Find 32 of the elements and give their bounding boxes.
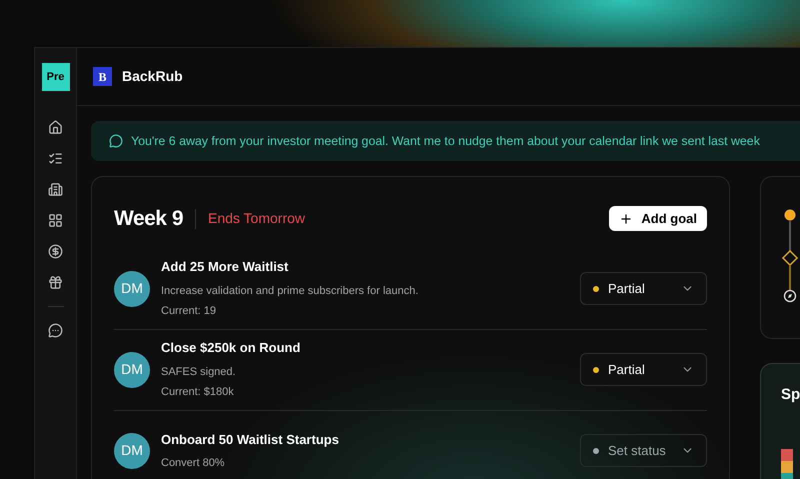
building-icon[interactable]: [48, 182, 63, 197]
goal-title: Add 25 More Waitlist: [161, 258, 290, 276]
goal-detail: SAFES signed.: [161, 364, 237, 380]
gift-icon[interactable]: [48, 275, 63, 290]
goal-detail: Convert 80%: [161, 456, 226, 471]
chat-icon: [109, 134, 123, 148]
dollar-icon[interactable]: [48, 244, 63, 259]
stacked-bar-drawing: [781, 448, 793, 479]
goal-detail: Current: 19: [161, 304, 218, 320]
add-goal-button[interactable]: Add goal: [609, 206, 707, 232]
app-title: BackRub: [122, 67, 183, 86]
status-dropdown[interactable]: Partial: [580, 353, 707, 386]
avatar: DM: [114, 352, 150, 388]
home-icon[interactable]: [48, 120, 63, 135]
status-dropdown[interactable]: Set status: [580, 434, 707, 467]
status-dropdown[interactable]: Partial: [580, 272, 707, 305]
goal-title: Onboard 50 Waitlist Startups: [161, 430, 340, 449]
plus-icon: [619, 212, 634, 226]
card-title: Sp: [781, 385, 800, 405]
goal-title: Close $250k on Round: [161, 339, 302, 358]
goal-detail: Increase validation and prime subscribers for launch.: [161, 284, 420, 299]
grid-icon[interactable]: [48, 213, 63, 228]
goal-detail: Current: $180k: [161, 385, 235, 400]
app-logo[interactable]: Pre: [42, 63, 70, 91]
banner-text: You're 6 away from your investor meeting goal. Want me to nudge them about your calendar link we sent last week: [131, 132, 760, 150]
week-title: Week 9: [114, 206, 183, 232]
chat-icon[interactable]: [48, 323, 63, 338]
avatar: DM: [114, 432, 150, 468]
deadline-label: Ends Tomorrow: [208, 209, 306, 228]
checklist-icon[interactable]: [48, 151, 63, 166]
brand-logo: B: [93, 67, 112, 86]
avatar: DM: [114, 270, 150, 306]
